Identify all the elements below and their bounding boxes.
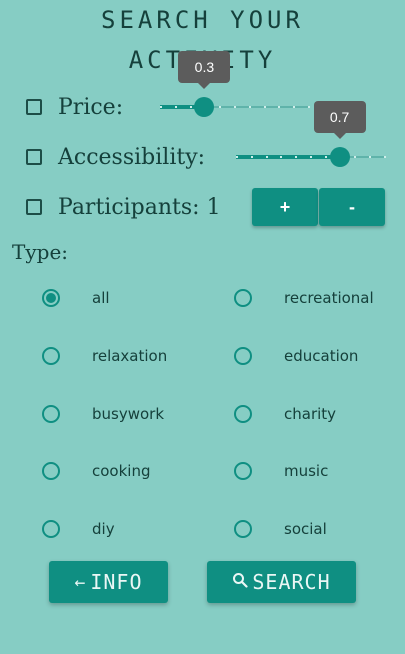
type-option-diy[interactable]: diy — [42, 517, 115, 541]
type-option-label: recreational — [284, 289, 374, 307]
type-option-label: music — [284, 462, 329, 480]
slider-tick — [295, 156, 298, 158]
radio-button[interactable] — [234, 289, 252, 307]
accessibility-slider[interactable]: 0.7 — [236, 101, 386, 167]
search-icon — [232, 572, 248, 593]
type-option-recreational[interactable]: recreational — [234, 286, 374, 310]
slider-tick — [263, 106, 266, 108]
participants-plus-button[interactable]: + — [252, 188, 318, 226]
slider-tick — [324, 156, 327, 158]
accessibility-slider-ticks — [236, 156, 386, 158]
slider-tick — [354, 156, 357, 158]
type-option-label: cooking — [92, 462, 151, 480]
type-option-label: diy — [92, 520, 115, 538]
radio-button[interactable] — [234, 520, 252, 538]
slider-tick — [278, 106, 281, 108]
radio-button[interactable] — [234, 405, 252, 423]
participants-label: Participants: 1 — [58, 194, 221, 220]
slider-tick — [236, 156, 238, 158]
radio-button[interactable] — [42, 405, 60, 423]
radio-button[interactable] — [42, 289, 60, 307]
slider-tick — [219, 106, 222, 108]
type-option-label: busywork — [92, 405, 165, 423]
slider-tick — [265, 156, 268, 158]
radio-button[interactable] — [42, 462, 60, 480]
participants-stepper: + - — [252, 188, 385, 226]
slider-tick — [248, 106, 251, 108]
slider-tick — [250, 156, 253, 158]
type-label: Type: — [12, 240, 69, 264]
slider-tick — [384, 156, 386, 158]
participants-filter-row: Participants: 1 — [26, 194, 221, 220]
radio-button[interactable] — [234, 462, 252, 480]
slider-tick — [189, 106, 192, 108]
slider-tick — [310, 156, 312, 158]
page-title-line1: SEARCH YOUR — [101, 6, 304, 34]
type-option-label: education — [284, 347, 359, 365]
price-filter-row: Price: — [26, 94, 124, 120]
radio-button[interactable] — [42, 520, 60, 538]
type-option-label: all — [92, 289, 110, 307]
type-option-label: social — [284, 520, 327, 538]
search-button[interactable]: SEARCH — [207, 561, 356, 603]
participants-checkbox[interactable] — [26, 199, 42, 215]
price-slider-thumb[interactable]: 0.3 — [178, 51, 231, 117]
slider-tick — [308, 106, 310, 108]
price-slider-ticks — [160, 106, 310, 108]
search-button-label: SEARCH — [252, 570, 331, 594]
price-value-tooltip: 0.3 — [178, 51, 231, 89]
price-checkbox[interactable] — [26, 99, 42, 115]
slider-tick — [160, 106, 162, 108]
info-button-label: INFO — [90, 570, 143, 594]
price-slider[interactable]: 0.3 — [160, 51, 310, 117]
type-option-charity[interactable]: charity — [234, 402, 336, 426]
slider-tick — [369, 156, 372, 158]
arrow-left-icon: ← — [74, 571, 87, 593]
type-option-label: relaxation — [92, 347, 168, 365]
info-button[interactable]: ← INFO — [49, 561, 168, 603]
accessibility-checkbox[interactable] — [26, 149, 42, 165]
accessibility-slider-thumb[interactable]: 0.7 — [313, 101, 366, 167]
type-option-label: charity — [284, 405, 337, 423]
accessibility-value-tooltip: 0.7 — [313, 101, 366, 139]
price-label: Price: — [58, 94, 124, 120]
type-option-cooking[interactable]: cooking — [42, 459, 150, 483]
accessibility-label: Accessibility: — [58, 144, 206, 170]
type-option-social[interactable]: social — [234, 517, 327, 541]
type-option-relaxation[interactable]: relaxation — [42, 344, 167, 368]
participants-minus-button[interactable]: - — [319, 188, 385, 226]
accessibility-filter-row: Accessibility: — [26, 144, 206, 170]
slider-tick — [174, 106, 177, 108]
radio-selected-dot — [46, 293, 56, 303]
type-option-all[interactable]: all — [42, 286, 110, 310]
type-option-education[interactable]: education — [234, 344, 358, 368]
slider-tick — [293, 106, 296, 108]
slider-tick — [234, 106, 236, 108]
radio-button[interactable] — [234, 347, 252, 365]
type-option-busywork[interactable]: busywork — [42, 402, 164, 426]
radio-button[interactable] — [42, 347, 60, 365]
type-option-music[interactable]: music — [234, 459, 328, 483]
slider-tick — [280, 156, 283, 158]
